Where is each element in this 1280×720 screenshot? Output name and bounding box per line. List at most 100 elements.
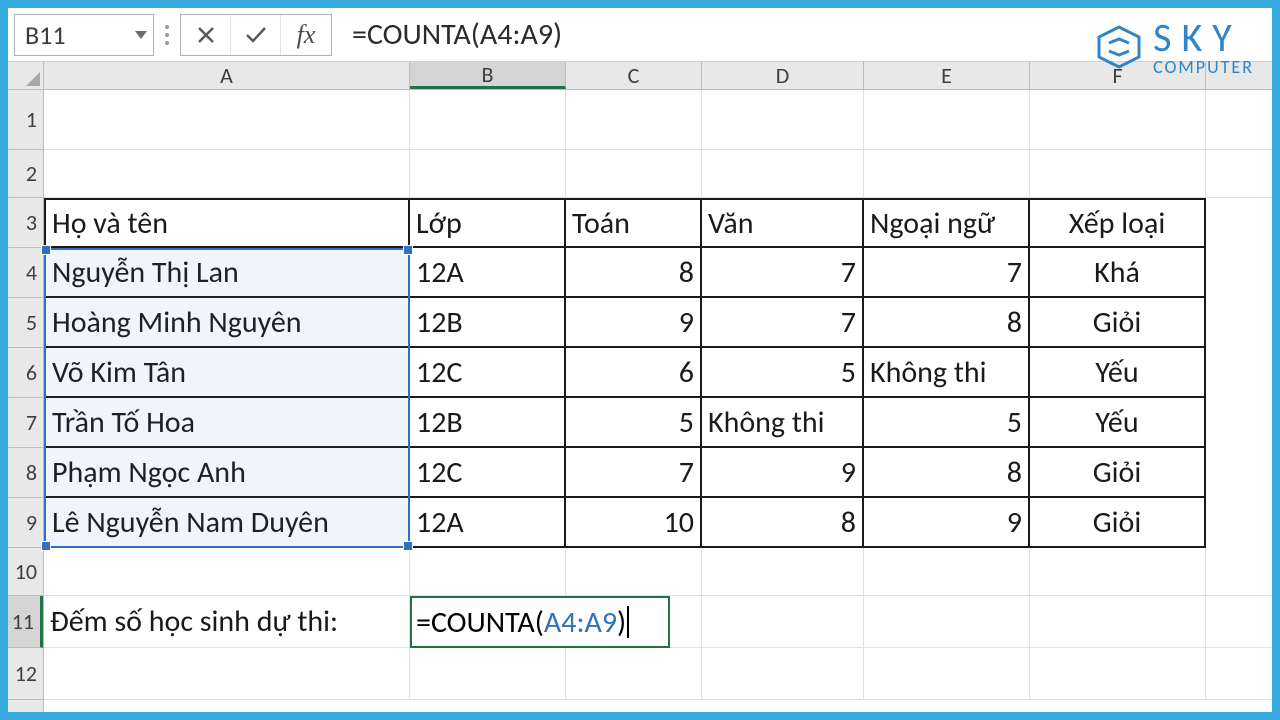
cell-name[interactable]: Lê Nguyễn Nam Duyên (44, 498, 410, 548)
cell-name[interactable]: Trần Tố Hoa (44, 398, 410, 448)
row-header-12[interactable]: 12 (8, 648, 43, 700)
cell[interactable] (410, 648, 566, 700)
cell-lang[interactable]: 8 (864, 298, 1030, 348)
header-class[interactable]: Lớp (410, 198, 566, 248)
cell[interactable] (1206, 548, 1272, 596)
cell[interactable] (864, 596, 1030, 648)
summary-label[interactable]: Đếm số học sinh dự thi: (44, 596, 410, 648)
cell[interactable] (702, 596, 864, 648)
row-header-11[interactable]: 11 (8, 596, 43, 648)
enter-button[interactable] (231, 15, 281, 55)
cell-class[interactable]: 12A (410, 498, 566, 548)
cell[interactable] (864, 150, 1030, 198)
cell-grade[interactable]: Giỏi (1030, 498, 1206, 548)
cell[interactable] (410, 90, 566, 150)
cell-math[interactable]: 10 (566, 498, 702, 548)
cell[interactable] (566, 648, 702, 700)
cell[interactable] (1206, 596, 1272, 648)
cell[interactable] (864, 548, 1030, 596)
cell[interactable] (44, 548, 410, 596)
header-math[interactable]: Toán (566, 198, 702, 248)
header-lang[interactable]: Ngoại ngữ (864, 198, 1030, 248)
row-header-5[interactable]: 5 (8, 298, 43, 348)
cell[interactable] (44, 150, 410, 198)
cell[interactable] (864, 648, 1030, 700)
cell-math[interactable]: 8 (566, 248, 702, 298)
cell-lit[interactable]: 8 (702, 498, 864, 548)
cell[interactable] (702, 90, 864, 150)
cell-math[interactable]: 5 (566, 398, 702, 448)
cell-lit[interactable]: Không thi (702, 398, 864, 448)
cell-lang[interactable]: 7 (864, 248, 1030, 298)
col-header-C[interactable]: C (566, 62, 702, 89)
cell-class[interactable]: 12B (410, 398, 566, 448)
cell[interactable] (1030, 90, 1206, 150)
cell[interactable] (566, 150, 702, 198)
row-header-9[interactable]: 9 (8, 498, 43, 548)
select-all-corner[interactable] (8, 62, 44, 90)
cell[interactable] (410, 150, 566, 198)
header-lit[interactable]: Văn (702, 198, 864, 248)
cell-class[interactable]: 12C (410, 448, 566, 498)
cell-lit[interactable]: 7 (702, 248, 864, 298)
cell-math[interactable]: 9 (566, 298, 702, 348)
row-header-2[interactable]: 2 (8, 150, 43, 198)
cell[interactable] (1030, 648, 1206, 700)
cell-name[interactable]: Võ Kim Tân (44, 348, 410, 398)
cell[interactable] (1206, 90, 1272, 150)
fx-button[interactable]: fx (281, 15, 331, 55)
cell-lang[interactable]: 8 (864, 448, 1030, 498)
cell-lit[interactable]: 9 (702, 448, 864, 498)
cell[interactable] (566, 548, 702, 596)
cell[interactable] (566, 90, 702, 150)
cancel-button[interactable] (181, 15, 231, 55)
header-name[interactable]: Họ và tên (44, 198, 410, 248)
cell-name[interactable]: Phạm Ngọc Anh (44, 448, 410, 498)
row-header-1[interactable]: 1 (8, 90, 43, 150)
cell[interactable] (702, 150, 864, 198)
col-header-D[interactable]: D (702, 62, 864, 89)
cell-grade[interactable]: Yếu (1030, 398, 1206, 448)
header-grade[interactable]: Xếp loại (1030, 198, 1206, 248)
cell-lang[interactable]: 5 (864, 398, 1030, 448)
col-header-A[interactable]: A (44, 62, 410, 89)
cell-math[interactable]: 7 (566, 448, 702, 498)
cell[interactable] (1030, 596, 1206, 648)
cell[interactable] (702, 548, 864, 596)
row-header-6[interactable]: 6 (8, 348, 43, 398)
cell-grade[interactable]: Giỏi (1030, 298, 1206, 348)
cell-lit[interactable]: 5 (702, 348, 864, 398)
cell[interactable] (702, 648, 864, 700)
cell[interactable] (1206, 150, 1272, 198)
cell[interactable] (1030, 150, 1206, 198)
row-header-7[interactable]: 7 (8, 398, 43, 448)
cell-name[interactable]: Hoàng Minh Nguyên (44, 298, 410, 348)
cell[interactable] (44, 648, 410, 700)
cell[interactable] (1030, 548, 1206, 596)
col-header-B[interactable]: B (410, 62, 566, 89)
cell-grade[interactable]: Yếu (1030, 348, 1206, 398)
active-editing-cell[interactable]: =COUNTA(A4:A9) (410, 596, 670, 648)
cell-lang[interactable]: Không thi (864, 348, 1030, 398)
cell-name[interactable]: Nguyễn Thị Lan (44, 248, 410, 298)
row-header-4[interactable]: 4 (8, 248, 43, 298)
cell-class[interactable]: 12C (410, 348, 566, 398)
spreadsheet-grid[interactable]: A B C D E F 123456789101112 Họ và tênLớp… (8, 62, 1272, 712)
col-header-E[interactable]: E (864, 62, 1030, 89)
row-header-3[interactable]: 3 (8, 198, 43, 248)
cell[interactable] (410, 548, 566, 596)
cell-class[interactable]: 12A (410, 248, 566, 298)
cell-class[interactable]: 12B (410, 298, 566, 348)
cell-grade[interactable]: Khá (1030, 248, 1206, 298)
cell-math[interactable]: 6 (566, 348, 702, 398)
row-header-8[interactable]: 8 (8, 448, 43, 498)
name-box[interactable]: B11 (14, 14, 154, 56)
cell-lit[interactable]: 7 (702, 298, 864, 348)
cell-lang[interactable]: 9 (864, 498, 1030, 548)
cell[interactable] (44, 90, 410, 150)
cell[interactable] (1206, 648, 1272, 700)
cell-grade[interactable]: Giỏi (1030, 448, 1206, 498)
cell[interactable] (864, 90, 1030, 150)
row-header-10[interactable]: 10 (8, 548, 43, 596)
chevron-down-icon[interactable] (135, 31, 147, 39)
